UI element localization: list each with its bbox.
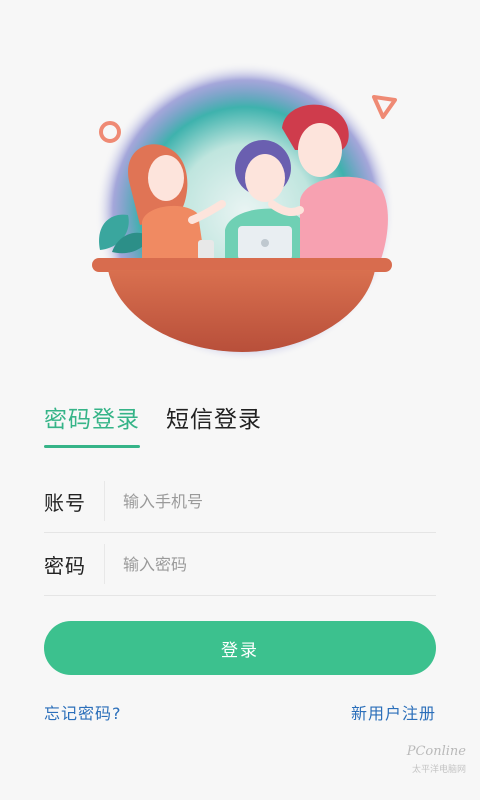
login-button[interactable]: 登录 — [44, 621, 436, 675]
watermark-logo: PConline 太平洋电脑网 — [386, 736, 466, 776]
field-divider — [104, 544, 105, 584]
field-divider — [104, 481, 105, 521]
password-input[interactable] — [123, 544, 436, 584]
login-form: 账号 密码 — [44, 470, 436, 596]
ring-decoration — [99, 121, 121, 143]
watermark-brand: PConline — [406, 744, 466, 759]
login-tabs: 密码登录 短信登录 — [44, 400, 262, 448]
password-label: 密码 — [44, 553, 86, 578]
phone-input[interactable] — [123, 481, 436, 521]
hero-illustration — [92, 62, 397, 362]
watermark-sub: 太平洋电脑网 — [411, 765, 466, 775]
tab-password-login[interactable]: 密码登录 — [44, 400, 140, 448]
forgot-password-link[interactable]: 忘记密码? — [44, 700, 122, 724]
login-page: 密码登录 短信登录 账号 密码 登录 忘记密码? 新用户注册 PConline … — [0, 0, 480, 800]
password-row: 密码 — [44, 533, 436, 596]
tab-sms-login[interactable]: 短信登录 — [166, 400, 262, 448]
register-link[interactable]: 新用户注册 — [351, 700, 436, 724]
account-label: 账号 — [44, 490, 86, 515]
account-row: 账号 — [44, 470, 436, 533]
